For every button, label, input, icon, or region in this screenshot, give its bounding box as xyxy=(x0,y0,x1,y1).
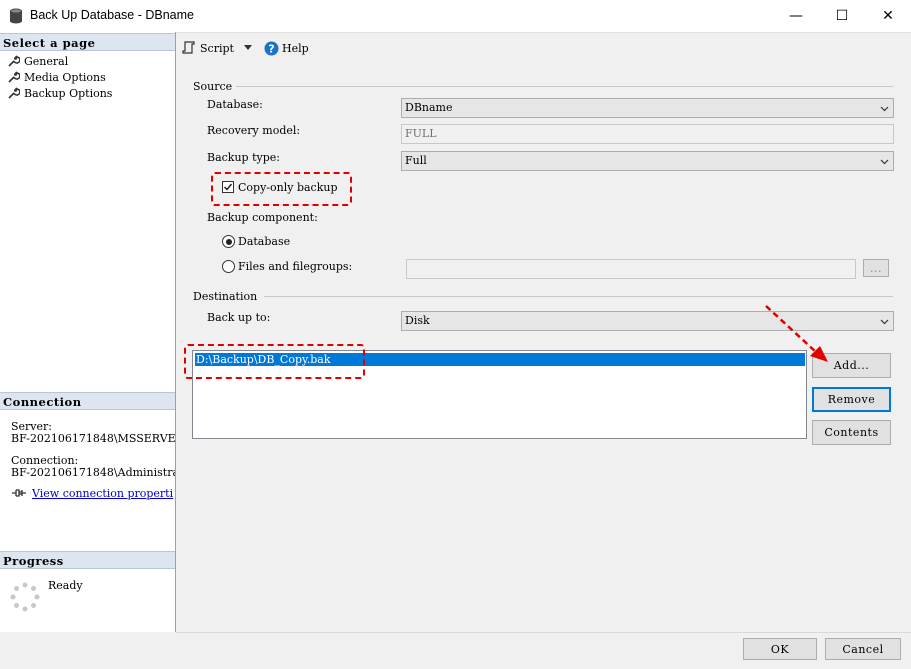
chevron-down-icon xyxy=(880,106,889,112)
close-icon: ✕ xyxy=(882,8,894,24)
page-item-label: Backup Options xyxy=(24,86,113,100)
window-title: Back Up Database - DBname xyxy=(30,8,194,22)
annotation-box-copy-only xyxy=(211,172,352,206)
chevron-down-icon xyxy=(880,159,889,165)
page-item-media-options[interactable]: Media Options xyxy=(8,69,106,85)
database-label: Database: xyxy=(207,98,263,111)
annotation-box-backup-file xyxy=(184,344,365,379)
backup-type-combo[interactable]: Full xyxy=(401,151,894,171)
help-label: Help xyxy=(282,41,309,55)
view-connection-properties-link[interactable]: View connection properti xyxy=(32,487,175,500)
spinner-icon xyxy=(10,582,40,612)
backup-type-label: Backup type: xyxy=(207,151,280,164)
maximize-button[interactable]: ☐ xyxy=(819,0,865,32)
page-item-general[interactable]: General xyxy=(8,53,68,69)
radio-files-label[interactable]: Files and filegroups: xyxy=(238,260,352,273)
minimize-icon: — xyxy=(789,8,803,24)
database-icon xyxy=(10,8,22,24)
close-button[interactable]: ✕ xyxy=(865,0,911,32)
wrench-icon xyxy=(8,87,20,99)
contents-button[interactable]: Contents xyxy=(812,420,891,445)
database-combo[interactable]: DBname xyxy=(401,98,894,118)
remove-button[interactable]: Remove xyxy=(812,387,891,412)
radio-database[interactable] xyxy=(222,235,235,248)
back-up-to-value: Disk xyxy=(405,314,430,327)
progress-header: Progress xyxy=(0,551,175,569)
annotation-arrow xyxy=(765,305,828,362)
back-up-to-label: Back up to: xyxy=(207,311,271,324)
backup-type-value: Full xyxy=(405,154,427,167)
files-browse-button[interactable]: ... xyxy=(863,259,889,277)
script-button[interactable]: Script xyxy=(182,39,254,57)
wrench-icon xyxy=(8,71,20,83)
page-item-label: Media Options xyxy=(24,70,106,84)
connection-value: BF-202106171848\Administrat xyxy=(11,466,175,479)
left-pane: Select a page General Media Options Back… xyxy=(0,32,176,632)
script-icon xyxy=(182,41,195,54)
radio-files-filegroups[interactable] xyxy=(222,260,235,273)
maximize-icon: ☐ xyxy=(835,8,849,24)
destination-group-label: Destination xyxy=(193,290,258,303)
recovery-model-label: Recovery model: xyxy=(207,124,301,137)
svg-text:?: ? xyxy=(268,42,274,55)
recovery-model-field: FULL xyxy=(401,124,894,144)
dropdown-arrow-icon xyxy=(243,45,252,50)
source-group-label: Source xyxy=(193,80,233,93)
radio-database-label[interactable]: Database xyxy=(238,235,290,248)
help-button[interactable]: ? Help xyxy=(264,39,309,57)
page-item-label: General xyxy=(24,54,69,68)
progress-status: Ready xyxy=(48,579,83,592)
wrench-icon xyxy=(8,55,20,67)
minimize-button[interactable]: — xyxy=(773,0,819,32)
files-filegroups-field xyxy=(406,259,856,279)
connection-header: Connection xyxy=(0,392,175,410)
title-bar: Back Up Database - DBname — ☐ ✕ xyxy=(0,0,911,33)
server-value: BF-202106171848\MSSERVER xyxy=(11,432,175,445)
database-value: DBname xyxy=(405,101,453,114)
destination-divider xyxy=(264,296,893,297)
ok-button[interactable]: OK xyxy=(743,638,817,660)
script-label: Script xyxy=(200,41,234,55)
select-page-header: Select a page xyxy=(0,33,175,51)
backup-component-label: Backup component: xyxy=(207,211,318,224)
page-item-backup-options[interactable]: Backup Options xyxy=(8,85,112,101)
source-divider xyxy=(236,86,893,87)
chevron-down-icon xyxy=(880,319,889,325)
plug-icon xyxy=(12,489,26,497)
help-icon: ? xyxy=(264,41,279,55)
cancel-button[interactable]: Cancel xyxy=(825,638,901,660)
